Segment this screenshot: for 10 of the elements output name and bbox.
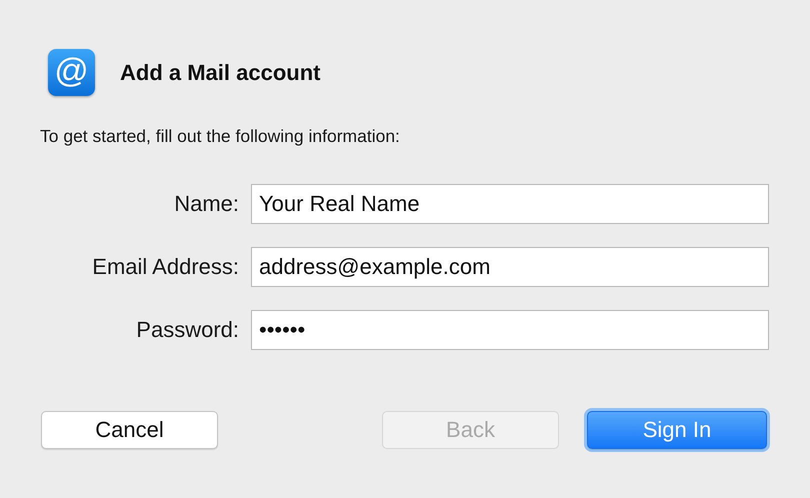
input-field[interactable]: address@example.com bbox=[251, 247, 769, 287]
dialog-title: Add a Mail account bbox=[120, 60, 320, 86]
at-sign-icon: @ bbox=[48, 49, 95, 96]
intro-text: To get started, fill out the following information: bbox=[40, 126, 401, 147]
field-label: Password: bbox=[135, 317, 239, 343]
button[interactable]: Cancel bbox=[41, 411, 218, 449]
input-field[interactable]: Your Real Name bbox=[251, 184, 769, 224]
field-label: Name: bbox=[173, 191, 239, 217]
input-field[interactable]: •••••• bbox=[251, 310, 769, 350]
field-label: Email Address: bbox=[91, 254, 239, 280]
